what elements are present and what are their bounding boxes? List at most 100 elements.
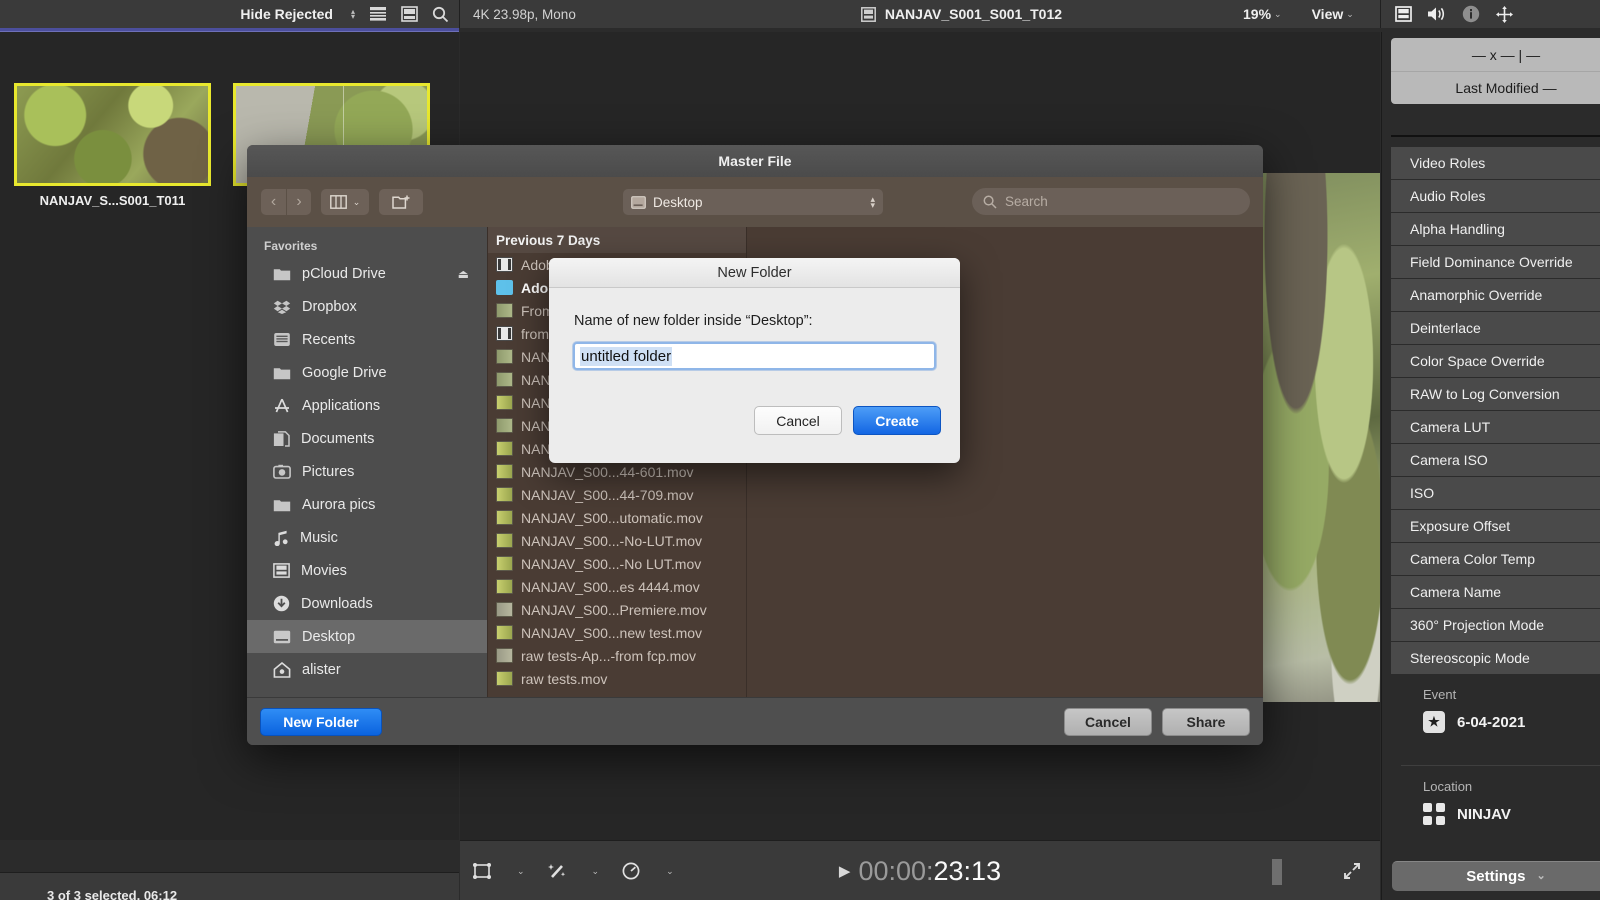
sidebar-item-movies[interactable]: Movies: [247, 554, 487, 587]
new-folder-button[interactable]: New Folder: [260, 708, 382, 736]
clip-icon: [496, 372, 513, 387]
property-row-deinterlace[interactable]: Deinterlace: [1391, 312, 1600, 345]
file-row[interactable]: NANJAV_S00...-No LUT.mov: [488, 552, 746, 575]
folder-icon: [273, 367, 291, 379]
property-row-camera-color-temp[interactable]: Camera Color Temp: [1391, 543, 1600, 576]
movies-film-icon: [273, 563, 290, 578]
location-value-row[interactable]: NINJAV: [1382, 803, 1600, 825]
clip-name-label: NANJAV_S001_S001_T012: [884, 6, 1063, 22]
sidebar-item-applications[interactable]: Applications: [247, 389, 487, 422]
file-name: NAN: [521, 440, 551, 457]
file-name: NAN: [521, 348, 551, 365]
file-row[interactable]: NANJAV_S00...44-601.mov: [488, 460, 746, 483]
selection-status-label: 3 of 3 selected, 06:12: [47, 888, 178, 900]
sidebar-item-desktop[interactable]: Desktop: [247, 620, 487, 653]
file-row[interactable]: NANJAV_S00...new test.mov: [488, 621, 746, 644]
back-button[interactable]: ‹: [261, 189, 286, 215]
path-popup-button[interactable]: Desktop ▴ ▾: [623, 189, 883, 215]
sidebar-item-downloads[interactable]: Downloads: [247, 587, 487, 620]
property-row-anamorphic-override[interactable]: Anamorphic Override: [1391, 279, 1600, 312]
clip-icon: [496, 556, 513, 571]
property-row-camera-iso[interactable]: Camera ISO: [1391, 444, 1600, 477]
last-modified-row[interactable]: Last Modified —: [1391, 71, 1600, 104]
property-row-iso[interactable]: ISO: [1391, 477, 1600, 510]
film-icon: [496, 326, 513, 341]
file-row[interactable]: raw tests.mov: [488, 667, 746, 690]
property-row-alpha-handling[interactable]: Alpha Handling: [1391, 213, 1600, 246]
property-row-field-dominance[interactable]: Field Dominance Override: [1391, 246, 1600, 279]
timecode-display[interactable]: ▶ 00:00: 23:13: [460, 841, 1380, 900]
sheet-create-button[interactable]: Create: [853, 406, 941, 435]
property-row-camera-lut[interactable]: Camera LUT: [1391, 411, 1600, 444]
filmstrip-view-icon[interactable]: [401, 6, 418, 22]
clip-thumbnail-image: [17, 86, 208, 183]
file-row[interactable]: NANJAV_S00...44-709.mov: [488, 483, 746, 506]
sidebar-item-dropbox[interactable]: Dropbox: [247, 290, 487, 323]
property-row-video-roles[interactable]: Video Roles: [1391, 147, 1600, 180]
sidebar-item-aurora-pics[interactable]: Aurora pics: [247, 488, 487, 521]
final-cut-pro-window: Hide Rejected ▴ ▾ 4K 23.98p, Mono NANJAV_…: [0, 0, 1600, 900]
sidebar-item-recents[interactable]: Recents: [247, 323, 487, 356]
zoom-chevron-down-icon[interactable]: ⌄: [1274, 9, 1282, 19]
new-folder-toolbar-button[interactable]: [379, 189, 423, 215]
dialog-title: Master File: [247, 145, 1263, 177]
sidebar-item-pictures[interactable]: Pictures: [247, 455, 487, 488]
property-row-color-space-override[interactable]: Color Space Override: [1391, 345, 1600, 378]
property-row-stereoscopic-mode[interactable]: Stereoscopic Mode: [1391, 642, 1600, 675]
location-section: Location NINJAV: [1382, 779, 1600, 825]
file-name: raw tests-Ap...-from fcp.mov: [521, 647, 697, 664]
transport-bar: ⌄ ⌄ ⌄ ▶ 00:00: 23:13: [460, 840, 1380, 900]
sidebar-item-documents[interactable]: Documents: [247, 422, 487, 455]
file-name: NAN: [521, 371, 551, 388]
info-icon[interactable]: [1462, 5, 1480, 23]
dialog-share-button[interactable]: Share: [1162, 708, 1250, 736]
clip-thumbnail[interactable]: NANJAV_S...S001_T011: [14, 83, 211, 208]
dialog-search-field[interactable]: Search: [972, 188, 1250, 215]
view-mode-button[interactable]: ⌄: [321, 189, 369, 215]
dimensions-row[interactable]: — x — | —: [1391, 38, 1600, 71]
clip-icon: [496, 395, 513, 410]
clip-icon: [496, 602, 513, 617]
sidebar-item-pcloud-drive[interactable]: pCloud Drive ⏏: [247, 257, 487, 290]
speaker-icon[interactable]: [1427, 6, 1447, 22]
file-name: NANJAV_S00...utomatic.mov: [521, 509, 703, 526]
property-row-camera-name[interactable]: Camera Name: [1391, 576, 1600, 609]
forward-button[interactable]: ›: [286, 189, 311, 215]
viewer-toolbar: 4K 23.98p, Mono NANJAV_S001_S001_T012 19…: [460, 0, 1380, 28]
property-row-audio-roles[interactable]: Audio Roles: [1391, 180, 1600, 213]
sidebar-item-label: Movies: [301, 562, 347, 579]
file-row[interactable]: NANJAV_S00...utomatic.mov: [488, 506, 746, 529]
view-chevron-down-icon[interactable]: ⌄: [1346, 9, 1354, 19]
new-folder-name-input[interactable]: untitled folder: [573, 342, 936, 370]
hide-rejected-stepper-icon[interactable]: ▴ ▾: [351, 8, 355, 21]
file-row[interactable]: NANJAV_S00...Premiere.mov: [488, 598, 746, 621]
file-name: from: [521, 325, 549, 342]
eject-icon[interactable]: ⏏: [458, 267, 469, 281]
sidebar-item-alister[interactable]: alister: [247, 653, 487, 686]
event-value-row[interactable]: ★ 6-04-2021: [1382, 711, 1600, 733]
event-value: 6-04-2021: [1457, 713, 1526, 731]
property-row-raw-to-log[interactable]: RAW to Log Conversion: [1391, 378, 1600, 411]
file-row[interactable]: NANJAV_S00...es 4444.mov: [488, 575, 746, 598]
clip-icon: [496, 487, 513, 502]
list-view-icon[interactable]: [369, 6, 387, 22]
expand-icon[interactable]: [1342, 861, 1362, 886]
property-row-360-projection[interactable]: 360° Projection Mode: [1391, 609, 1600, 642]
sheet-cancel-button[interactable]: Cancel: [754, 406, 842, 435]
file-name: NANJAV_S00...Premiere.mov: [521, 601, 707, 618]
file-row[interactable]: NANJAV_S00...-No-LUT.mov: [488, 529, 746, 552]
sidebar-item-google-drive[interactable]: Google Drive: [247, 356, 487, 389]
file-name: NANJAV_S00...44-709.mov: [521, 486, 694, 503]
film-icon[interactable]: [1395, 6, 1412, 22]
hide-rejected-label[interactable]: Hide Rejected: [240, 6, 333, 22]
dialog-cancel-button[interactable]: Cancel: [1064, 708, 1152, 736]
home-house-icon: [273, 661, 291, 678]
property-row-exposure-offset[interactable]: Exposure Offset: [1391, 510, 1600, 543]
sidebar-item-music[interactable]: Music: [247, 521, 487, 554]
view-menu-label[interactable]: View: [1312, 6, 1344, 22]
search-icon[interactable]: [432, 6, 449, 23]
zoom-level-label[interactable]: 19%: [1243, 6, 1271, 22]
transform-icon[interactable]: [1495, 5, 1514, 24]
file-row[interactable]: raw tests-Ap...-from fcp.mov: [488, 644, 746, 667]
settings-button[interactable]: Settings ⌄: [1392, 861, 1600, 891]
